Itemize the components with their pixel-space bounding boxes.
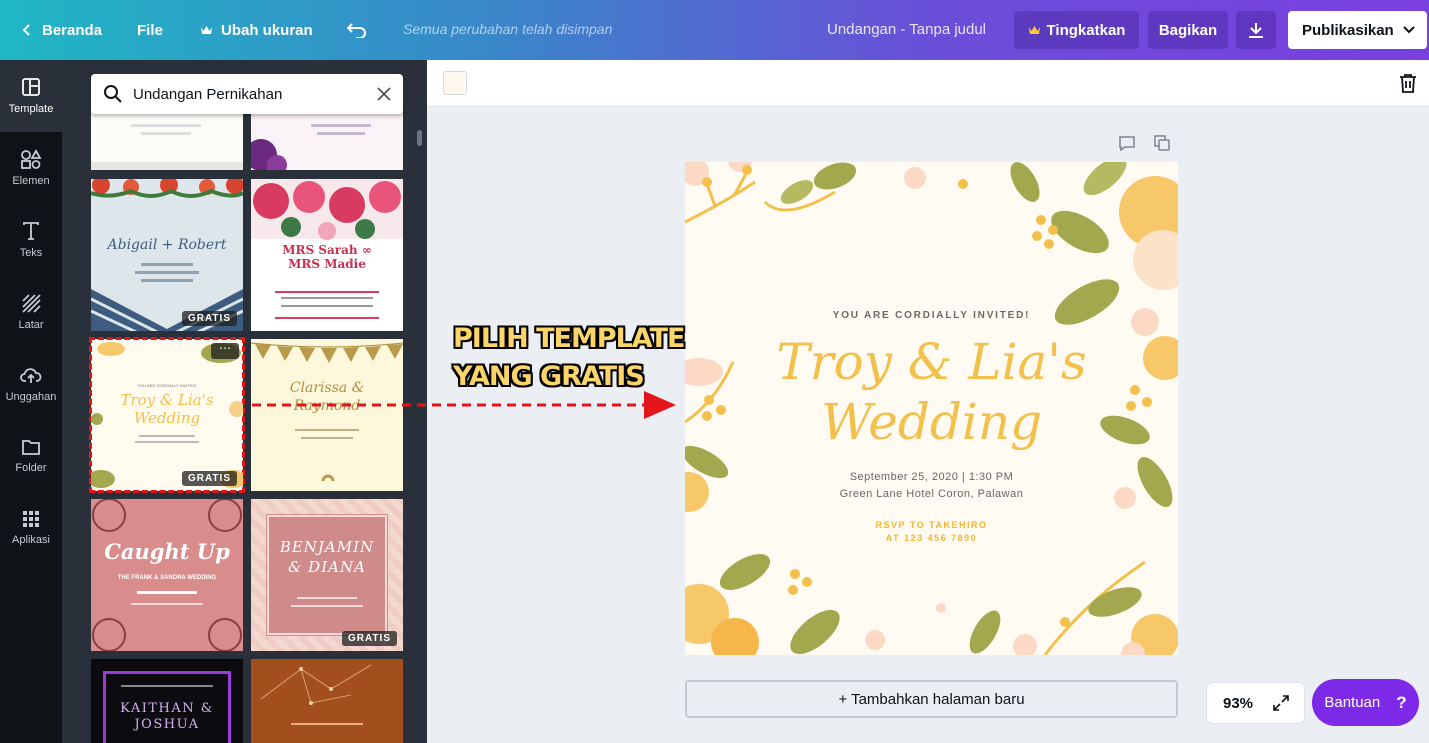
elements-icon <box>21 149 42 169</box>
rail-label: Latar <box>18 319 44 331</box>
template-thumbnail[interactable]: KAITHAN & JOSHUA <box>91 659 243 743</box>
rail-item-apps[interactable]: Aplikasi <box>0 492 62 564</box>
more-options-button[interactable]: ⋯ <box>211 342 239 359</box>
fullscreen-icon[interactable] <box>1272 694 1290 712</box>
invitation-title-line2[interactable]: Wedding <box>685 396 1178 448</box>
share-button[interactable]: Bagikan <box>1148 11 1228 49</box>
template-icon <box>22 78 40 96</box>
text-icon <box>23 222 39 240</box>
trash-icon[interactable] <box>1399 73 1417 93</box>
editor-toolbar <box>427 60 1429 107</box>
template-thumbnail[interactable] <box>251 659 403 743</box>
invitation-cordially[interactable]: YOU ARE CORDIALLY INVITED! <box>685 310 1178 321</box>
home-button[interactable]: Beranda <box>20 0 102 60</box>
home-label: Beranda <box>42 21 103 39</box>
search-input[interactable]: Undangan Pernikahan <box>133 86 367 103</box>
template-subtitle: THE FRANK & SANDRA WEDDING <box>117 575 217 581</box>
free-badge: GRATIS <box>341 631 397 646</box>
template-title: Troy & Lia's Wedding <box>120 391 214 427</box>
invitation-rsvp-phone[interactable]: AT 123 456 7890 <box>685 533 1178 543</box>
rail-item-background[interactable]: Latar <box>0 276 62 348</box>
upload-icon <box>20 368 42 383</box>
background-color-swatch[interactable] <box>443 71 467 95</box>
chevron-down-icon <box>1403 26 1415 34</box>
rail-label: Teks <box>19 247 43 259</box>
template-cordially: YOU ARE CORDIALLY INVITED! <box>137 383 197 388</box>
template-thumbnail[interactable]: Caught Up THE FRANK & SANDRA WEDDING <box>91 499 243 651</box>
rail-item-folder[interactable]: Folder <box>0 420 62 492</box>
file-label: File <box>137 21 163 39</box>
template-title: Caught Up <box>104 539 230 564</box>
resize-button[interactable]: Ubah ukuran <box>200 0 313 60</box>
template-title: MRS Sarah ∞ MRS Madie <box>282 243 372 271</box>
rail-item-elements[interactable]: Elemen <box>0 132 62 204</box>
panel-scrollbar[interactable] <box>417 130 422 146</box>
crown-icon <box>201 26 212 34</box>
help-button[interactable]: Bantuan ? <box>1312 679 1419 726</box>
page-actions <box>1118 135 1170 151</box>
rail-label: Template <box>8 103 54 115</box>
undo-button[interactable] <box>346 0 368 60</box>
top-bar: Beranda File Ubah ukuran Semua perubahan… <box>0 0 1429 60</box>
free-badge: GRATIS <box>181 311 237 326</box>
rail-label: Aplikasi <box>12 534 50 546</box>
rail-item-text[interactable]: Teks <box>0 204 62 276</box>
background-icon <box>22 294 41 313</box>
template-search[interactable]: Undangan Pernikahan <box>91 74 403 114</box>
rail-label: Unggahan <box>5 391 57 403</box>
publish-button[interactable]: Publikasikan <box>1288 11 1427 49</box>
template-thumbnail[interactable] <box>251 110 403 170</box>
download-button[interactable] <box>1236 11 1276 49</box>
folder-icon <box>22 440 40 455</box>
invitation-date[interactable]: September 25, 2020 | 1:30 PM <box>685 471 1178 483</box>
rail-item-template[interactable]: Template <box>0 60 62 132</box>
crown-icon <box>1028 26 1040 34</box>
invitation-rsvp-name[interactable]: RSVP TO TAKEHIRO <box>685 520 1178 530</box>
comment-icon[interactable] <box>1118 135 1136 151</box>
file-menu-button[interactable]: File <box>137 0 163 60</box>
share-label: Bagikan <box>1158 21 1218 39</box>
upgrade-label: Tingkatkan <box>1046 21 1126 39</box>
download-icon <box>1249 23 1263 38</box>
upgrade-button[interactable]: Tingkatkan <box>1014 11 1139 49</box>
copy-icon[interactable] <box>1154 135 1170 151</box>
annotation-line-1: PILIH TEMPLATE <box>453 323 685 354</box>
side-rail: Template Elemen Teks Latar Unggahan Fold… <box>0 60 62 743</box>
apps-icon <box>23 511 39 527</box>
search-icon <box>104 85 122 103</box>
rail-label: Folder <box>15 462 47 474</box>
add-page-button[interactable]: + Tambahkan halaman baru <box>685 680 1178 718</box>
template-thumbnail[interactable]: Abigail + Robert GRATIS <box>91 179 243 331</box>
invitation-venue[interactable]: Green Lane Hotel Coron, Palawan <box>685 488 1178 500</box>
invitation-title-line1[interactable]: Troy & Lia's <box>685 336 1178 388</box>
close-icon[interactable] <box>377 87 391 101</box>
zoom-control[interactable]: 93% <box>1206 682 1305 724</box>
help-label: Bantuan <box>1324 694 1381 711</box>
rail-label: Elemen <box>12 175 50 187</box>
undo-icon <box>346 23 366 38</box>
zoom-level[interactable]: 93% <box>1223 695 1253 712</box>
resize-label: Ubah ukuran <box>221 21 313 39</box>
save-status: Semua perubahan telah disimpan <box>403 21 613 37</box>
template-thumbnail[interactable] <box>91 110 243 170</box>
document-title[interactable]: Undangan - Tanpa judul <box>827 21 986 38</box>
design-page[interactable]: YOU ARE CORDIALLY INVITED! Troy & Lia's … <box>685 162 1178 655</box>
template-thumbnail[interactable]: BENJAMIN & DIANA GRATIS <box>251 499 403 651</box>
chevron-left-icon <box>22 24 30 36</box>
rail-item-uploads[interactable]: Unggahan <box>0 348 62 420</box>
annotation-line-2: YANG GRATIS <box>453 361 645 392</box>
template-title: Abigail + Robert <box>107 237 227 253</box>
question-icon: ? <box>1396 692 1407 712</box>
publish-label: Publikasikan <box>1302 21 1394 39</box>
template-title: BENJAMIN & DIANA <box>279 538 375 576</box>
annotation-text: PILIH TEMPLATE YANG GRATIS <box>453 320 685 396</box>
template-thumbnail[interactable]: MRS Sarah ∞ MRS Madie <box>251 179 403 331</box>
free-badge: GRATIS <box>181 471 237 486</box>
template-thumbnail-selected[interactable]: YOU ARE CORDIALLY INVITED! Troy & Lia's … <box>89 337 245 493</box>
template-title: KAITHAN & JOSHUA <box>120 701 214 732</box>
